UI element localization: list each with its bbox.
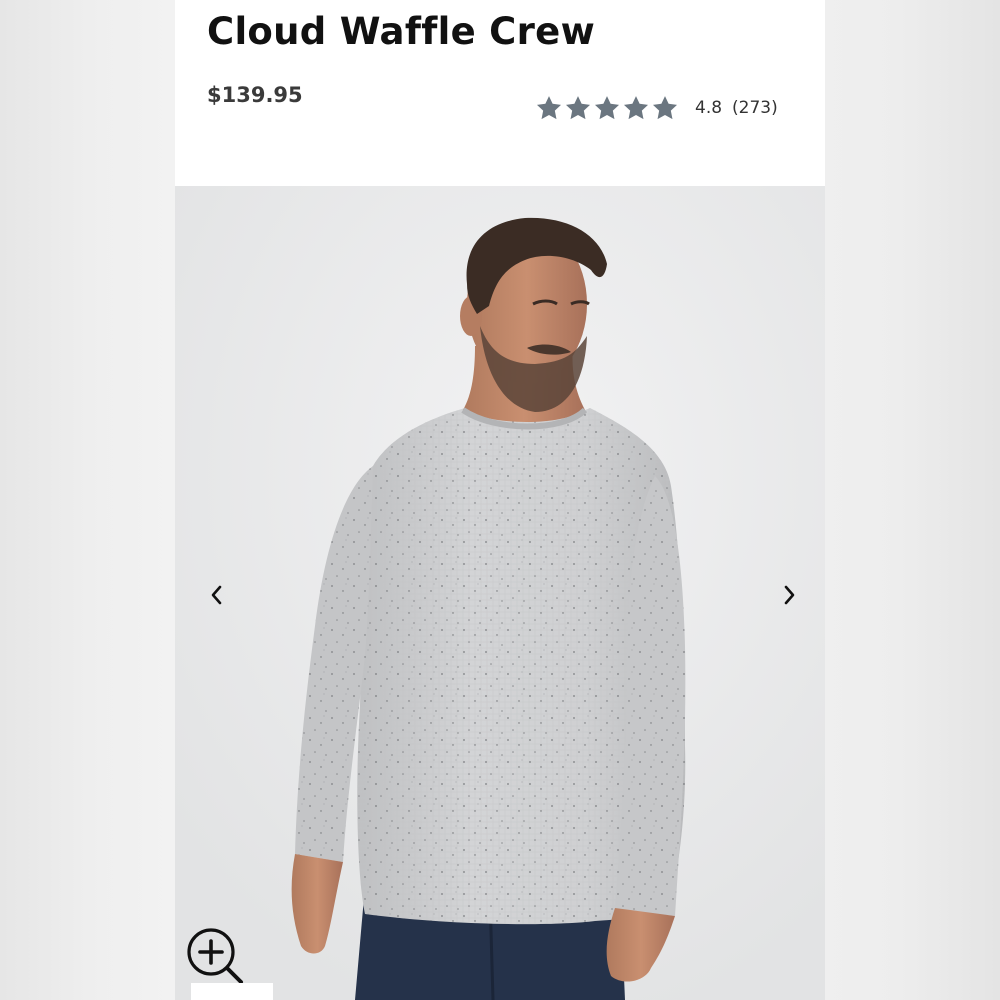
product-rating[interactable]: 4.8 (273) [535,91,778,125]
zoom-in-icon [187,928,243,984]
star-icon [564,94,592,122]
product-photo[interactable] [175,186,825,1000]
zoom-label-tab [191,983,273,1000]
previous-image-button[interactable] [197,575,237,615]
rating-stars [535,94,679,122]
product-panel: Cloud Waffle Crew $139.95 4.8 (273) [175,0,825,1000]
zoom-button[interactable] [185,926,245,986]
product-image-gallery[interactable] [175,186,825,1000]
chevron-right-icon [784,585,795,605]
product-price: $139.95 [207,83,303,107]
star-icon [622,94,650,122]
rating-value: 4.8 [695,98,723,118]
product-title: Cloud Waffle Crew [207,10,596,53]
next-image-button[interactable] [769,575,809,615]
star-icon [535,94,563,122]
chevron-left-icon [211,585,222,605]
review-count[interactable]: (273) [732,98,778,118]
product-header: Cloud Waffle Crew $139.95 4.8 (273) [175,0,825,186]
star-icon [593,94,621,122]
star-icon [651,94,679,122]
